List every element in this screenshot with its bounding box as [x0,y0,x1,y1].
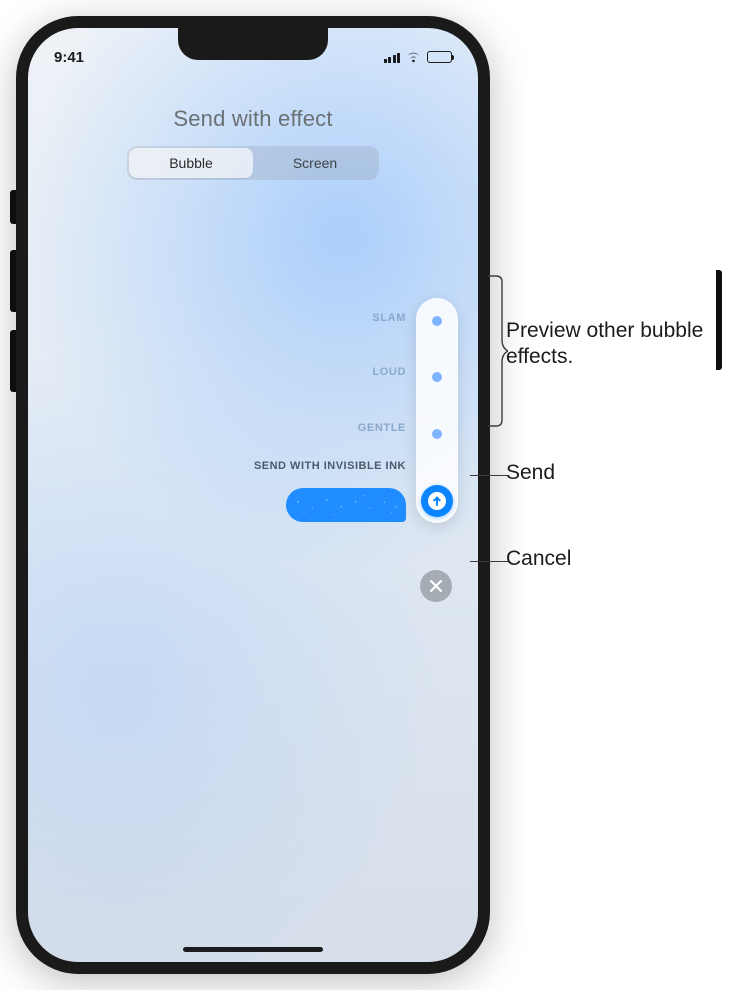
effect-label-slam: SLAM [372,312,406,324]
effect-dot-loud[interactable] [432,372,442,382]
callout-cancel: Cancel [506,546,571,572]
notch [178,28,328,60]
header-title: Send with effect [173,106,332,132]
arrow-up-icon [428,492,446,510]
home-indicator[interactable] [183,947,323,952]
callout-leader-cancel [470,561,508,562]
callout-preview-effects: Preview other bubble effects. [506,318,732,371]
iphone-frame: 9:41 Send with effect Bubble Screen [16,16,490,974]
status-time: 9:41 [54,49,84,66]
tab-bubble[interactable]: Bubble [129,148,253,178]
callout-send: Send [506,460,555,486]
status-icons [384,51,453,63]
close-icon [429,579,443,593]
cellular-signal-icon [384,51,401,63]
effect-type-segmented[interactable]: Bubble Screen [127,146,379,180]
screen: 9:41 Send with effect Bubble Screen [28,28,478,962]
effect-label-loud: LOUD [372,366,406,378]
wifi-icon [405,51,422,63]
effect-label-gentle: GENTLE [358,422,406,434]
cancel-button[interactable] [420,570,452,602]
send-button[interactable] [421,485,453,517]
message-bubble-preview [286,488,406,522]
effect-selector[interactable]: SLAM LOUD GENTLE SEND WITH INVISIBLE INK [416,298,458,523]
effect-label-invisible-ink: SEND WITH INVISIBLE INK [254,460,406,472]
invisible-ink-overlay [286,488,406,522]
tab-screen[interactable]: Screen [253,148,377,178]
effect-dot-slam[interactable] [432,316,442,326]
callout-bracket [488,274,508,428]
effect-dot-gentle[interactable] [432,429,442,439]
battery-icon [427,51,452,63]
callout-leader-send [470,475,508,476]
